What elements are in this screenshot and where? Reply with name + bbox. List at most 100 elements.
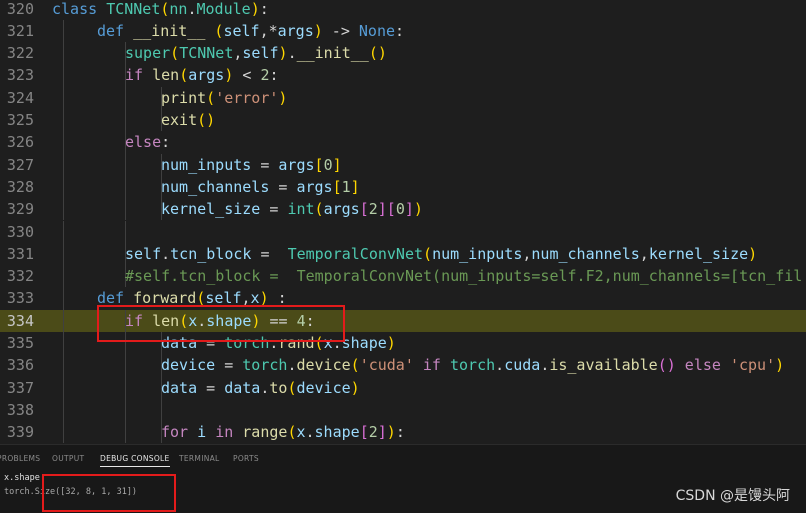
code-token: 0 xyxy=(395,200,405,219)
code-token: [ xyxy=(314,155,324,174)
code-line[interactable]: 331 self.tcn_block = TemporalConvNet(num_… xyxy=(0,242,806,266)
indent-guide xyxy=(125,376,126,399)
code-token: 2 xyxy=(368,423,378,442)
code-token: = xyxy=(251,244,288,263)
code-line[interactable]: 324 print('error') xyxy=(0,86,806,109)
line-number: 327 xyxy=(6,155,34,174)
code-line[interactable]: 337 data = data.to(device) xyxy=(0,376,806,399)
code-token: exit xyxy=(161,111,198,129)
line-number: 336 xyxy=(6,356,34,375)
code-line[interactable]: 328 num_channels = args[1] xyxy=(0,175,806,199)
indent-guide xyxy=(63,19,64,43)
code-token: len xyxy=(152,66,180,85)
code-token: torch xyxy=(242,356,288,375)
panel-tabs: PROBLEMS OUTPUT DEBUG CONSOLE TERMINAL P… xyxy=(0,445,806,473)
code-token: 0 xyxy=(323,155,333,174)
code-text: if len(args) < 2: xyxy=(125,64,279,86)
code-token: = xyxy=(197,378,225,397)
code-token: 2 xyxy=(260,66,270,85)
code-token: 'error' xyxy=(215,88,279,107)
line-number: 332 xyxy=(6,267,34,286)
line-number: 320 xyxy=(6,0,34,18)
indent-guide xyxy=(63,265,64,288)
code-token: ( xyxy=(350,356,360,375)
tab-problems[interactable]: PROBLEMS xyxy=(0,454,40,463)
code-token: self xyxy=(242,44,279,63)
code-token: ] xyxy=(404,200,414,219)
code-token: is_available xyxy=(549,356,658,375)
line-number: 333 xyxy=(6,289,34,308)
code-line[interactable]: 330 xyxy=(0,220,806,243)
code-line[interactable]: 320 class TCNNet(nn.Module): xyxy=(0,0,806,20)
code-token: TCNNet xyxy=(179,44,234,63)
line-number: 323 xyxy=(6,66,34,85)
code-text: exit() xyxy=(161,109,215,131)
line-number: 337 xyxy=(6,378,34,397)
code-token: ] xyxy=(332,155,342,174)
code-token: self xyxy=(125,244,162,263)
code-line[interactable]: 321 def __init__ (self,*args) -> None: xyxy=(0,19,806,43)
code-token: print xyxy=(161,88,207,107)
code-token: cuda xyxy=(504,356,541,375)
code-line[interactable]: 326 else: xyxy=(0,131,806,154)
code-token: ) xyxy=(748,244,758,263)
code-token: 1 xyxy=(341,177,351,196)
code-text: self.tcn_block = TemporalConvNet(num_inp… xyxy=(125,243,757,265)
code-line[interactable]: 323 if len(args) < 2: xyxy=(0,64,806,87)
code-token: kernel_size xyxy=(648,244,749,263)
indent-guide xyxy=(63,198,64,221)
code-token: ( xyxy=(179,66,189,85)
code-token: TemporalConvNet xyxy=(287,244,424,263)
code-token: ) xyxy=(250,0,260,18)
code-token: 2 xyxy=(368,200,378,219)
code-token: class xyxy=(52,0,107,18)
code-text: for i in range(x.shape[2]): xyxy=(161,421,405,443)
code-token: ( xyxy=(170,44,180,63)
code-token: ) xyxy=(775,356,785,375)
code-token: device xyxy=(161,356,216,375)
code-token: , xyxy=(639,244,649,263)
code-token: [ xyxy=(386,200,396,219)
code-token: () xyxy=(197,111,216,129)
line-number: 335 xyxy=(6,334,34,352)
tab-output[interactable]: OUTPUT xyxy=(52,454,84,463)
code-line[interactable]: 338 xyxy=(0,398,806,422)
code-token: super xyxy=(125,44,171,63)
indent-guide xyxy=(63,175,64,199)
watermark-text: CSDN @是馒头阿 xyxy=(675,488,790,504)
code-editor[interactable]: 320 class TCNNet(nn.Module): 321 def __init… xyxy=(0,0,806,444)
code-token: ] xyxy=(377,423,387,442)
code-token: def xyxy=(97,21,134,40)
indent-guide xyxy=(63,376,64,399)
code-token: if xyxy=(413,356,450,375)
code-text: #self.tcn_block = TemporalConvNet(num_in… xyxy=(125,265,802,287)
code-line[interactable]: 336 device = torch.device('cuda' if torch… xyxy=(0,354,806,377)
code-text: print('error') xyxy=(161,87,287,109)
indent-guide xyxy=(161,398,162,422)
code-token: 'cpu' xyxy=(729,356,776,375)
code-line[interactable]: 325 exit() xyxy=(0,109,806,132)
code-line[interactable]: 339 for i in range(x.shape[2]): xyxy=(0,421,806,444)
line-number: 321 xyxy=(6,21,34,40)
code-token: . xyxy=(161,244,171,263)
code-line[interactable]: 327 num_inputs = args[0] xyxy=(0,153,806,176)
code-token: __init__ xyxy=(133,21,206,40)
tab-debug-console[interactable]: DEBUG CONSOLE xyxy=(100,454,170,467)
line-number: 328 xyxy=(6,177,34,196)
code-token: data xyxy=(224,378,261,397)
code-line[interactable]: 329 kernel_size = int(args[2][0]) xyxy=(0,198,806,221)
code-token: ) xyxy=(278,44,288,63)
code-token: . xyxy=(305,423,315,442)
tab-terminal[interactable]: TERMINAL xyxy=(179,454,220,463)
tab-ports[interactable]: PORTS xyxy=(233,454,259,463)
code-line[interactable]: 322 super(TCNNet,self).__init__() xyxy=(0,42,806,65)
code-token: ) xyxy=(386,423,396,442)
code-token: ) xyxy=(386,334,396,352)
code-token: self xyxy=(223,21,260,40)
code-line[interactable]: 332 #self.tcn_block = TemporalConvNet(num… xyxy=(0,265,806,288)
code-token: ) xyxy=(350,378,360,397)
indent-guide xyxy=(63,64,64,87)
code-token: [ xyxy=(359,423,369,442)
code-token: [ xyxy=(359,200,369,219)
code-token: : xyxy=(395,21,405,40)
